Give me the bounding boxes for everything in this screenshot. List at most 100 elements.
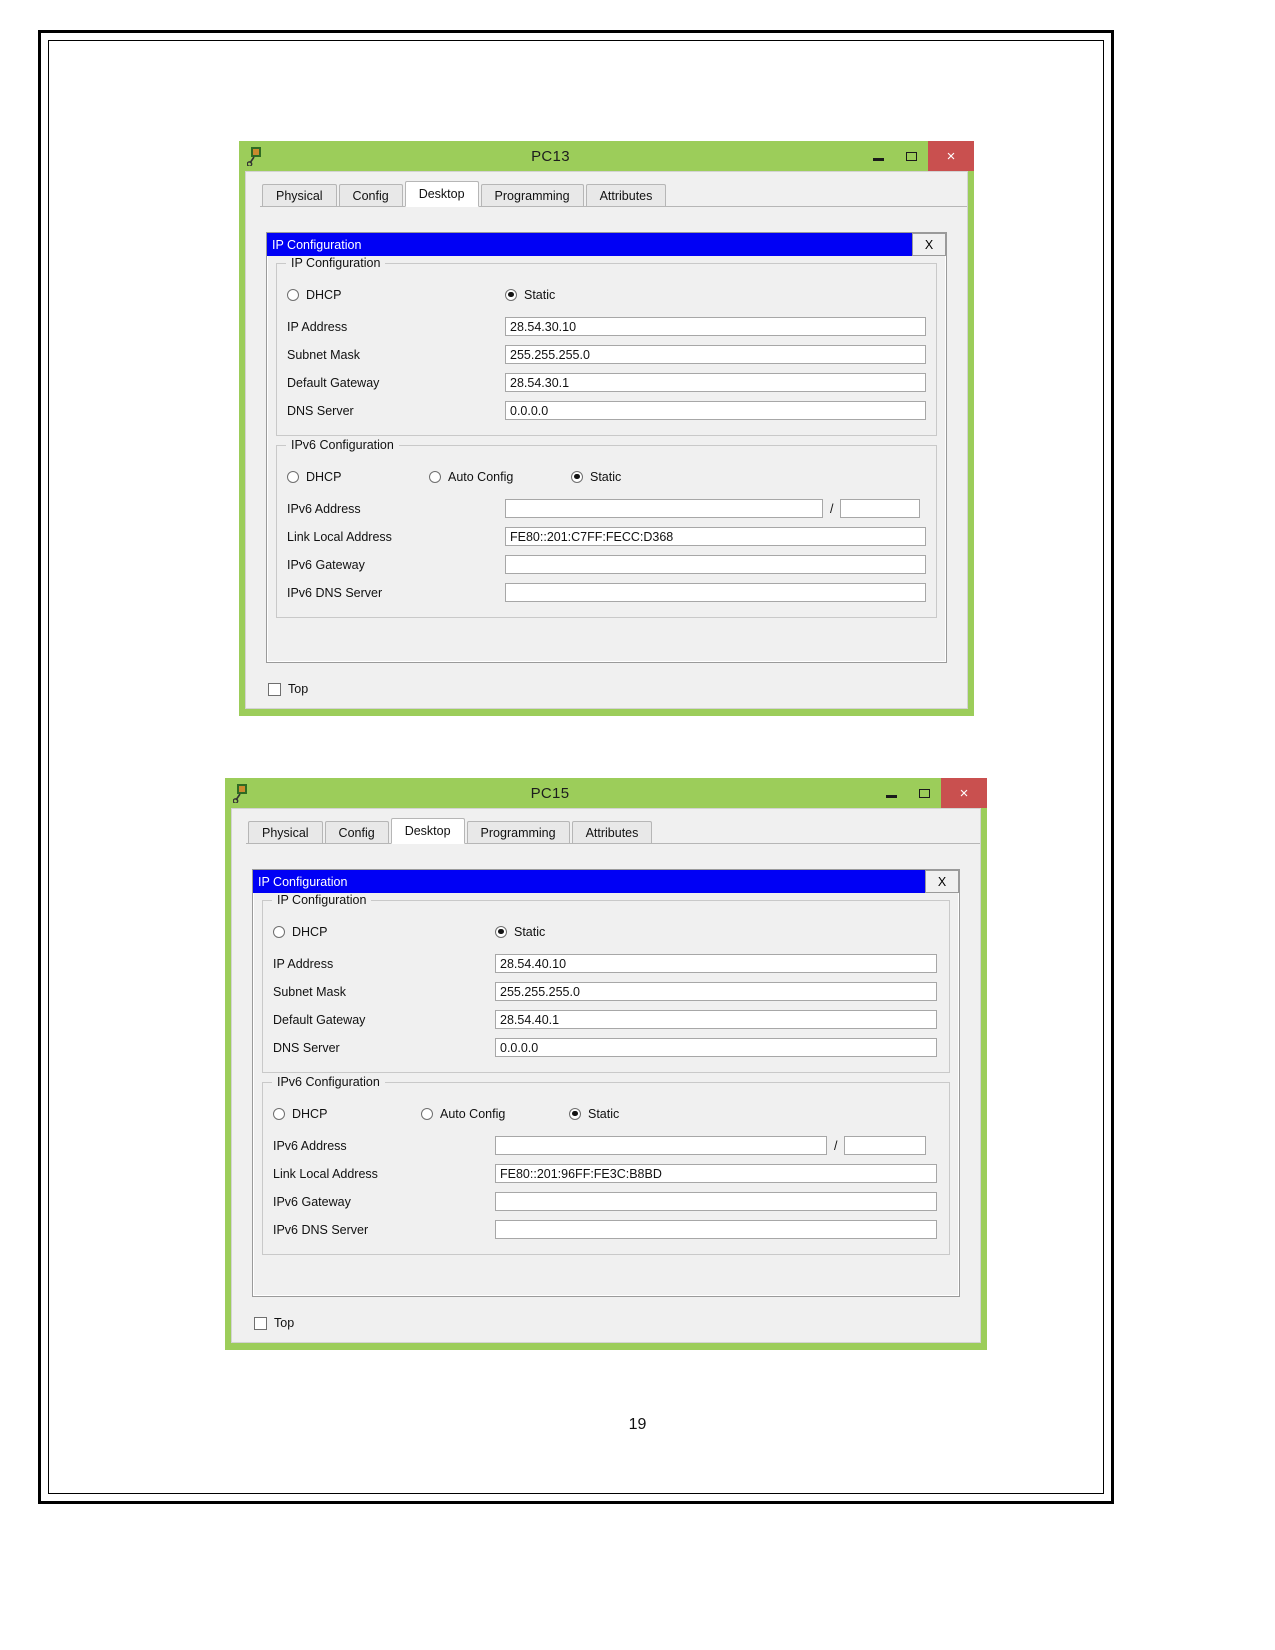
dns-server-input-pc13[interactable]: 0.0.0.0	[505, 401, 926, 420]
ipv6-dns-server-label: IPv6 DNS Server	[287, 585, 383, 600]
dns-server-input-pc15[interactable]: 0.0.0.0	[495, 1038, 937, 1057]
radio-icon-ipv6-dhcp[interactable]	[287, 470, 299, 483]
link-local-address-input-pc15[interactable]: FE80::201:96FF:FE3C:B8BD	[495, 1164, 937, 1183]
close-button-pc13[interactable]: ×	[928, 141, 974, 171]
ipv6-mode-row-pc13: DHCP Auto Config Static	[287, 464, 926, 489]
subnet-mask-row-pc15: Subnet Mask 255.255.255.0	[273, 978, 939, 1005]
window-controls-pc13: ×	[862, 141, 974, 171]
titlebar-pc15[interactable]: PC15 ×	[225, 778, 987, 808]
checkbox-icon-top[interactable]	[268, 682, 281, 696]
close-button-pc15[interactable]: ×	[941, 778, 987, 808]
window-title-pc15: PC15	[530, 784, 570, 802]
radio-icon-ipv4-dhcp[interactable]	[287, 288, 299, 301]
ipv6-dns-server-row-pc15: IPv6 DNS Server	[273, 1216, 939, 1243]
tab-desktop[interactable]: Desktop	[404, 181, 479, 207]
subwindow-title-text: IP Configuration	[272, 237, 362, 252]
ipv6-static-label: Static	[590, 469, 622, 484]
ipv6-static-option-pc13[interactable]: Static	[571, 470, 621, 484]
tab-programming[interactable]: Programming	[466, 821, 570, 843]
ipv4-dhcp-option-pc13[interactable]: DHCP	[287, 288, 505, 302]
ip-address-row-pc15: IP Address 28.54.40.10	[273, 950, 939, 977]
ip-address-row-pc13: IP Address 28.54.30.10	[287, 313, 926, 340]
link-local-address-input-pc13[interactable]: FE80::201:C7FF:FECC:D368	[505, 527, 926, 546]
ipv6-gateway-input-pc15[interactable]	[495, 1192, 937, 1211]
ipv6-prefix-input-pc13[interactable]	[840, 499, 921, 518]
maximize-button-pc15[interactable]	[908, 778, 941, 808]
maximize-button-pc13[interactable]	[895, 141, 928, 171]
ip-address-input-pc13[interactable]: 28.54.30.10	[505, 317, 926, 336]
tab-desktop[interactable]: Desktop	[390, 818, 465, 844]
top-checkbox-pc13[interactable]: Top	[268, 682, 308, 696]
ipv6-static-option-pc15[interactable]: Static	[569, 1107, 619, 1121]
radio-icon-ipv6-dhcp[interactable]	[273, 1107, 285, 1120]
subnet-mask-label: Subnet Mask	[273, 984, 346, 999]
radio-icon-ipv6-static[interactable]	[569, 1107, 581, 1120]
ip-address-input-pc15[interactable]: 28.54.40.10	[495, 954, 937, 973]
subwindow-close-button-pc13[interactable]: X	[912, 233, 946, 256]
radio-icon-ipv4-static[interactable]	[505, 288, 517, 301]
top-checkbox-pc15[interactable]: Top	[254, 1316, 294, 1330]
ip-address-label: IP Address	[273, 956, 334, 971]
dns-server-label: DNS Server	[273, 1040, 340, 1055]
dns-server-row-pc13: DNS Server 0.0.0.0	[287, 397, 926, 424]
ipv4-static-option-pc13[interactable]: Static	[505, 288, 555, 302]
window-title-pc13: PC13	[531, 147, 570, 165]
subnet-mask-label: Subnet Mask	[287, 347, 360, 362]
window-pc15: PC15 × Physical Config Desktop Programmi…	[225, 778, 987, 1350]
radio-icon-ipv6-static[interactable]	[571, 470, 583, 483]
ip-address-label: IP Address	[287, 319, 348, 334]
checkbox-icon-top[interactable]	[254, 1316, 267, 1330]
ipv6-gateway-input-pc13[interactable]	[505, 555, 926, 574]
ipv6-address-label: IPv6 Address	[287, 501, 361, 516]
packet-tracer-device-icon	[246, 146, 265, 167]
tab-physical[interactable]: Physical	[248, 821, 323, 843]
ipv6-address-input-pc15[interactable]	[495, 1136, 827, 1155]
ipv6-address-input-pc13[interactable]	[505, 499, 823, 518]
ipv6-autoconfig-option-pc15[interactable]: Auto Config	[421, 1107, 569, 1121]
ipv6-dhcp-option-pc13[interactable]: DHCP	[287, 470, 429, 484]
subwindow-close-button-pc15[interactable]: X	[925, 870, 959, 893]
ipv6-autoconfig-label: Auto Config	[440, 1106, 506, 1121]
tab-attributes[interactable]: Attributes	[585, 184, 667, 206]
ipv6-autoconfig-option-pc13[interactable]: Auto Config	[429, 470, 571, 484]
window-pc13: PC13 × Physical Config Desktop Programmi…	[239, 141, 974, 716]
ipv6-dns-server-input-pc15[interactable]	[495, 1220, 937, 1239]
subnet-mask-input-pc13[interactable]: 255.255.255.0	[505, 345, 926, 364]
default-gateway-input-pc15[interactable]: 28.54.40.1	[495, 1010, 937, 1029]
tab-config[interactable]: Config	[324, 821, 389, 843]
ipv6-gateway-row-pc15: IPv6 Gateway	[273, 1188, 939, 1215]
top-checkbox-label: Top	[288, 682, 309, 696]
ipv6-dns-server-row-pc13: IPv6 DNS Server	[287, 579, 926, 606]
top-checkbox-label: Top	[274, 1316, 295, 1330]
radio-icon-ipv6-autoconfig[interactable]	[429, 470, 441, 483]
ipv6-gateway-label: IPv6 Gateway	[273, 1194, 351, 1209]
radio-icon-ipv4-static[interactable]	[495, 925, 507, 938]
titlebar-pc13[interactable]: PC13 ×	[239, 141, 974, 171]
radio-icon-ipv6-autoconfig[interactable]	[421, 1107, 433, 1120]
tab-physical[interactable]: Physical	[262, 184, 337, 206]
tab-config[interactable]: Config	[338, 184, 403, 206]
tab-attributes[interactable]: Attributes	[571, 821, 653, 843]
subnet-mask-input-pc15[interactable]: 255.255.255.0	[495, 982, 937, 1001]
minimize-button-pc13[interactable]	[862, 141, 895, 171]
ipv4-config-group-pc13: IP Configuration DHCP Static IP Address	[276, 256, 937, 436]
ipv4-dhcp-option-pc15[interactable]: DHCP	[273, 925, 495, 939]
ipv6-dhcp-option-pc15[interactable]: DHCP	[273, 1107, 421, 1121]
ipv6-prefix-input-pc15[interactable]	[844, 1136, 927, 1155]
ipv4-dhcp-label: DHCP	[306, 287, 342, 302]
link-local-address-label: Link Local Address	[287, 529, 392, 544]
ipv4-static-option-pc15[interactable]: Static	[495, 925, 545, 939]
default-gateway-label: Default Gateway	[273, 1012, 366, 1027]
ipv4-static-label: Static	[514, 924, 546, 939]
default-gateway-input-pc13[interactable]: 28.54.30.1	[505, 373, 926, 392]
minimize-button-pc15[interactable]	[875, 778, 908, 808]
ipv6-dhcp-label: DHCP	[292, 1106, 328, 1121]
ipv6-dhcp-label: DHCP	[306, 469, 342, 484]
subwindow-body-pc15: IP Configuration DHCP Static IP Address	[253, 893, 959, 1255]
window-body-pc13: Physical Config Desktop Programming Attr…	[245, 171, 968, 709]
tab-programming[interactable]: Programming	[480, 184, 584, 206]
radio-icon-ipv4-dhcp[interactable]	[273, 925, 285, 938]
window-body-pc15: Physical Config Desktop Programming Attr…	[231, 808, 981, 1343]
ipv4-group-legend: IP Configuration	[272, 893, 372, 907]
ipv6-dns-server-input-pc13[interactable]	[505, 583, 926, 602]
